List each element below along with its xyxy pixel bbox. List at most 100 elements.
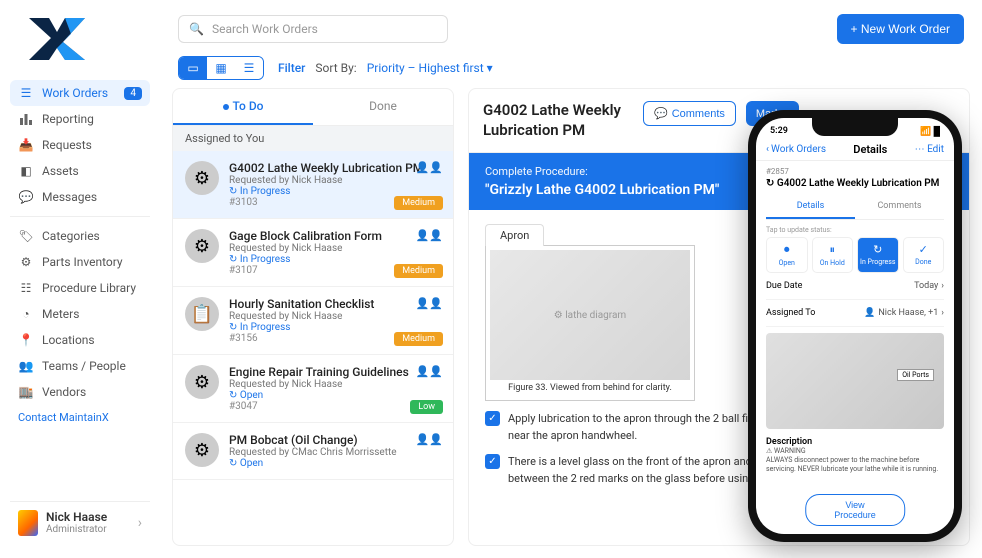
work-order-assignee-icons: 👤👤: [416, 229, 443, 242]
checkbox-2[interactable]: ✓: [485, 454, 500, 469]
sidebar-item-label: Work Orders: [42, 86, 116, 100]
work-order-title: Engine Repair Training Guidelines: [229, 365, 441, 379]
phone-mockup: 5:29 📶 █ ‹ Work Orders Details ⋯ Edit #2…: [748, 110, 962, 542]
phone-assigned-value[interactable]: 👤 Nick Haase, +1 ›: [864, 308, 944, 318]
tab-todo[interactable]: To Do: [173, 89, 313, 125]
procedure-step-tab[interactable]: Apron: [485, 224, 544, 246]
pin-icon: 📍: [18, 332, 34, 348]
checkbox-1[interactable]: ✓: [485, 411, 500, 426]
sidebar-item-assets[interactable]: ◧ Assets: [10, 158, 150, 184]
phone-status-done[interactable]: ✓Done: [903, 237, 945, 273]
status-icon: ⏺: [784, 243, 790, 257]
list-section-header: Assigned to You: [173, 126, 453, 151]
work-order-title: Hourly Sanitation Checklist: [229, 297, 441, 311]
phone-tab-details[interactable]: Details: [766, 195, 855, 219]
sidebar-item-vendors[interactable]: 🏬 Vendors: [10, 379, 150, 405]
work-order-list: To Do Done Assigned to You ⚙ G4002 Lathe…: [172, 88, 454, 546]
view-list-button[interactable]: ☰: [235, 57, 263, 79]
figure-box: ⚙ lathe diagram Figure 33. Viewed from b…: [485, 245, 695, 401]
list-scroll[interactable]: ⚙ G4002 Lathe Weekly Lubrication PM Requ…: [173, 151, 453, 545]
work-order-thumbnail: 📋: [185, 297, 219, 331]
work-order-requester: Requested by Nick Haase: [229, 175, 441, 186]
view-switcher: ▭ ▦ ☰: [178, 56, 264, 80]
sidebar-item-messages[interactable]: 💬 Messages: [10, 184, 150, 210]
filter-button[interactable]: Filter: [278, 61, 305, 75]
sidebar-item-label: Categories: [42, 229, 142, 243]
work-order-status: ↻ Open: [229, 390, 441, 401]
new-work-order-button[interactable]: + New Work Order: [837, 14, 964, 44]
detail-title: G4002 Lathe Weekly Lubrication PM: [483, 101, 633, 140]
phone-wo-id: #2857: [766, 167, 944, 176]
status-icon: ↻: [873, 243, 882, 256]
search-input[interactable]: 🔍 Search Work Orders: [178, 15, 448, 43]
sidebar-item-label: Locations: [42, 333, 142, 347]
sidebar-item-procedures[interactable]: ☷ Procedure Library: [10, 275, 150, 301]
phone-nav: ‹ Work Orders Details ⋯ Edit: [756, 139, 954, 161]
phone-nav-title: Details: [853, 143, 887, 156]
phone-work-order-image[interactable]: Oil Ports: [766, 333, 944, 429]
sidebar-item-categories[interactable]: 🏷 Categories: [10, 223, 150, 249]
toolbar: ▭ ▦ ☰ Filter Sort By: Priority – Highest…: [160, 48, 982, 88]
work-order-assignee-icons: 👤👤: [416, 297, 443, 310]
phone-status-open[interactable]: ⏺Open: [766, 237, 808, 273]
work-order-assignee-icons: 👤👤: [416, 433, 443, 446]
sidebar-item-parts[interactable]: ⚙ Parts Inventory: [10, 249, 150, 275]
sidebar-item-teams[interactable]: 👥 Teams / People: [10, 353, 150, 379]
chevron-right-icon: ›: [138, 515, 142, 531]
phone-status-hint: Tap to update status:: [766, 226, 944, 234]
work-order-assignee-icons: 👤👤: [416, 365, 443, 378]
work-order-thumbnail: ⚙: [185, 365, 219, 399]
work-order-status: ↻ Open: [229, 458, 441, 469]
work-order-card[interactable]: ⚙ PM Bobcat (Oil Change) Requested by CM…: [173, 423, 453, 480]
chat-icon: 💬: [18, 189, 34, 205]
work-order-thumbnail: ⚙: [185, 161, 219, 195]
work-order-priority-badge: Medium: [394, 332, 443, 346]
view-calendar-button[interactable]: ▦: [207, 57, 235, 79]
search-icon: 🔍: [189, 22, 204, 36]
phone-edit-button[interactable]: ⋯ Edit: [915, 144, 944, 155]
sidebar-item-requests[interactable]: 📥 Requests: [10, 132, 150, 158]
search-placeholder: Search Work Orders: [212, 22, 318, 36]
figure-caption: Figure 33. Viewed from behind for clarit…: [490, 380, 690, 396]
work-order-card[interactable]: ⚙ Engine Repair Training Guidelines Requ…: [173, 355, 453, 423]
phone-image-callout: Oil Ports: [897, 369, 934, 381]
phone-assigned-label: Assigned To: [766, 308, 815, 318]
phone-view-procedure-button[interactable]: View Procedure: [805, 494, 905, 526]
phone-status-in-progress[interactable]: ↻In Progress: [857, 237, 899, 273]
work-order-assignee-icons: 👤👤: [416, 161, 443, 174]
phone-status-on-hold[interactable]: ⏸On Hold: [812, 237, 854, 273]
work-order-card[interactable]: ⚙ Gage Block Calibration Form Requested …: [173, 219, 453, 287]
work-order-card[interactable]: ⚙ G4002 Lathe Weekly Lubrication PM Requ…: [173, 151, 453, 219]
phone-description-label: Description: [766, 437, 944, 447]
work-order-priority-badge: Medium: [394, 196, 443, 210]
user-account-row[interactable]: Nick Haase Administrator ›: [10, 501, 150, 544]
work-order-title: PM Bobcat (Oil Change): [229, 433, 441, 447]
sidebar-item-work-orders[interactable]: ☰ Work Orders 4: [10, 80, 150, 106]
work-order-thumbnail: ⚙: [185, 433, 219, 467]
figure-image: ⚙ lathe diagram: [490, 250, 690, 380]
sidebar-item-reporting[interactable]: Reporting: [10, 106, 150, 132]
phone-due-value[interactable]: Today ›: [914, 281, 944, 291]
sidebar-item-locations[interactable]: 📍 Locations: [10, 327, 150, 353]
phone-signal-icon: 📶 █: [920, 126, 940, 137]
phone-description: ⚠ WARNING ALWAYS disconnect power to the…: [766, 447, 944, 474]
sidebar-item-meters[interactable]: ◔ Meters: [10, 301, 150, 327]
cube-icon: ◧: [18, 163, 34, 179]
phone-tab-comments[interactable]: Comments: [855, 195, 944, 219]
phone-status-row: ⏺Open⏸On Hold↻In Progress✓Done: [766, 237, 944, 273]
phone-wo-title: ↻ G4002 Lathe Weekly Lubrication PM: [766, 178, 944, 189]
tab-done[interactable]: Done: [313, 89, 453, 125]
store-icon: 🏬: [18, 384, 34, 400]
view-card-button[interactable]: ▭: [179, 57, 207, 79]
work-order-priority-badge: Medium: [394, 264, 443, 278]
sidebar-item-label: Requests: [42, 138, 142, 152]
library-icon: ☷: [18, 280, 34, 296]
work-order-thumbnail: ⚙: [185, 229, 219, 263]
work-order-requester: Requested by Nick Haase: [229, 243, 441, 254]
phone-back-button[interactable]: ‹ Work Orders: [766, 144, 826, 155]
user-name: Nick Haase: [46, 511, 107, 524]
work-order-card[interactable]: 📋 Hourly Sanitation Checklist Requested …: [173, 287, 453, 355]
sort-dropdown[interactable]: Priority – Highest first ▾: [367, 61, 493, 75]
contact-link[interactable]: Contact MaintainX: [10, 405, 150, 430]
comments-button[interactable]: 💬 Comments: [643, 101, 736, 126]
